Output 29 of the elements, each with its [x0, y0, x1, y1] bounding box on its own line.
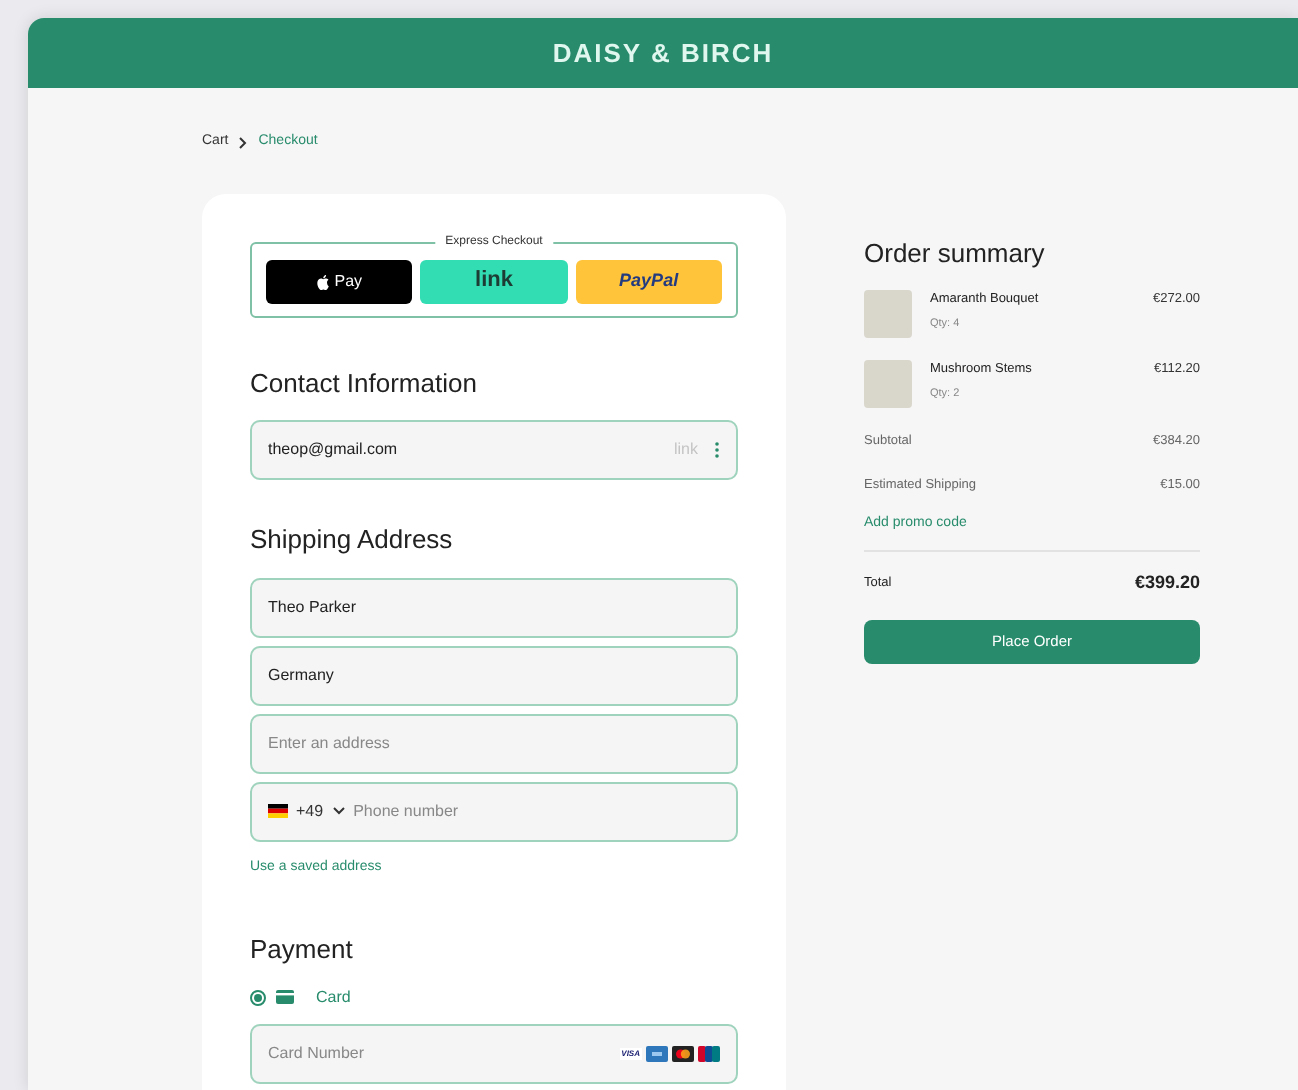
payment-method-label: Card: [316, 985, 351, 1009]
country-code[interactable]: +49: [296, 799, 324, 823]
summary-heading: Order summary: [864, 235, 1047, 272]
card-number-placeholder: Card Number: [268, 1041, 367, 1065]
paypal-button[interactable]: PayPal: [575, 259, 722, 303]
card-icon: [276, 990, 294, 1004]
flag-icon: [268, 804, 288, 818]
radio-button[interactable]: [250, 989, 266, 1005]
phone-field[interactable]: +49 Phone number: [250, 781, 738, 841]
text-input[interactable]: Enter an address: [250, 713, 738, 773]
text-input[interactable]: Germany: [250, 645, 738, 705]
total-value: €399.20: [1134, 570, 1200, 596]
apple-pay-button[interactable]: Pay: [266, 259, 413, 303]
email-value: theop@gmail.com: [268, 438, 400, 462]
chevron-right-icon: [238, 135, 249, 150]
amex-card-icon: [646, 1045, 668, 1061]
section-heading: Shipping Address: [250, 522, 455, 558]
section-heading: Contact Information: [250, 365, 479, 401]
more-options-icon[interactable]: [714, 442, 720, 458]
apple-icon: [316, 273, 331, 289]
link-pay-button[interactable]: link: [420, 259, 568, 303]
unionpay-card-icon: [698, 1045, 720, 1061]
mastercard-icon: [672, 1045, 694, 1061]
section-heading: Payment: [250, 932, 355, 968]
photo-placeholder: [864, 360, 912, 408]
photo-placeholder: [864, 290, 912, 338]
chevron-down-icon: [331, 806, 346, 816]
brand-logo[interactable]: DAISY & BIRCH: [552, 33, 774, 73]
text-input[interactable]: Theo Parker: [250, 577, 738, 637]
